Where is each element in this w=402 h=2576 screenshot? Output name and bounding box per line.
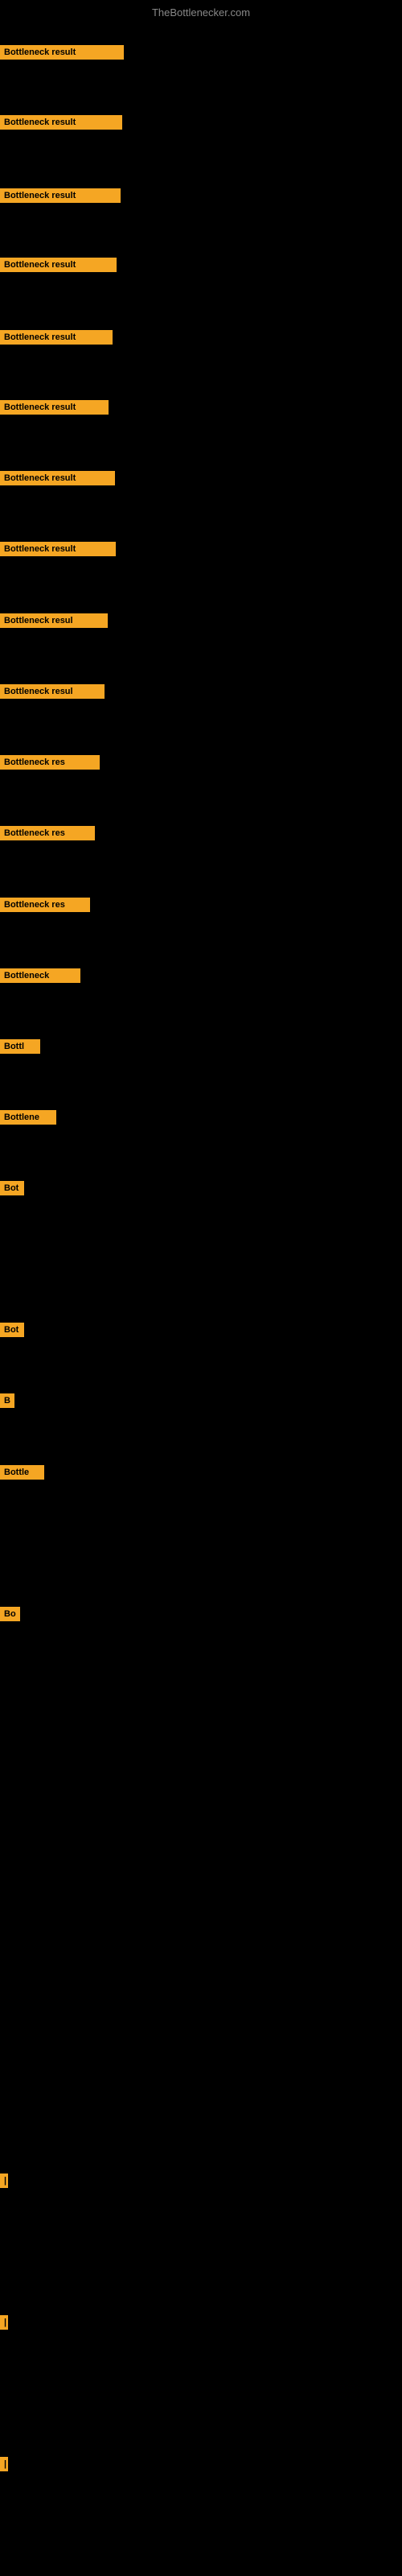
- bottleneck-badge-12[interactable]: Bottleneck res: [0, 826, 95, 840]
- bottleneck-badge-18[interactable]: Bot: [0, 1323, 24, 1337]
- bottleneck-badge-4[interactable]: Bottleneck result: [0, 258, 117, 272]
- bottleneck-badge-6[interactable]: Bottleneck result: [0, 400, 109, 415]
- bottleneck-badge-16[interactable]: Bottlene: [0, 1110, 56, 1125]
- site-title: TheBottlenecker.com: [152, 6, 250, 19]
- bottleneck-badge-22[interactable]: |: [0, 2174, 8, 2188]
- bottleneck-badge-19[interactable]: B: [0, 1393, 14, 1408]
- bottleneck-badge-11[interactable]: Bottleneck res: [0, 755, 100, 770]
- bottleneck-badge-14[interactable]: Bottleneck: [0, 968, 80, 983]
- bottleneck-badge-5[interactable]: Bottleneck result: [0, 330, 113, 345]
- bottleneck-badge-15[interactable]: Bottl: [0, 1039, 40, 1054]
- bottleneck-badge-10[interactable]: Bottleneck resul: [0, 684, 105, 699]
- bottleneck-badge-8[interactable]: Bottleneck result: [0, 542, 116, 556]
- bottleneck-badge-20[interactable]: Bottle: [0, 1465, 44, 1480]
- bottleneck-badge-9[interactable]: Bottleneck resul: [0, 613, 108, 628]
- bottleneck-badge-13[interactable]: Bottleneck res: [0, 898, 90, 912]
- bottleneck-badge-17[interactable]: Bot: [0, 1181, 24, 1195]
- bottleneck-badge-3[interactable]: Bottleneck result: [0, 188, 121, 203]
- bottleneck-badge-7[interactable]: Bottleneck result: [0, 471, 115, 485]
- bottleneck-badge-21[interactable]: Bo: [0, 1607, 20, 1621]
- bottleneck-badge-23[interactable]: |: [0, 2315, 8, 2330]
- bottleneck-badge-24[interactable]: |: [0, 2457, 8, 2471]
- bottleneck-badge-2[interactable]: Bottleneck result: [0, 115, 122, 130]
- bottleneck-badge-1[interactable]: Bottleneck result: [0, 45, 124, 60]
